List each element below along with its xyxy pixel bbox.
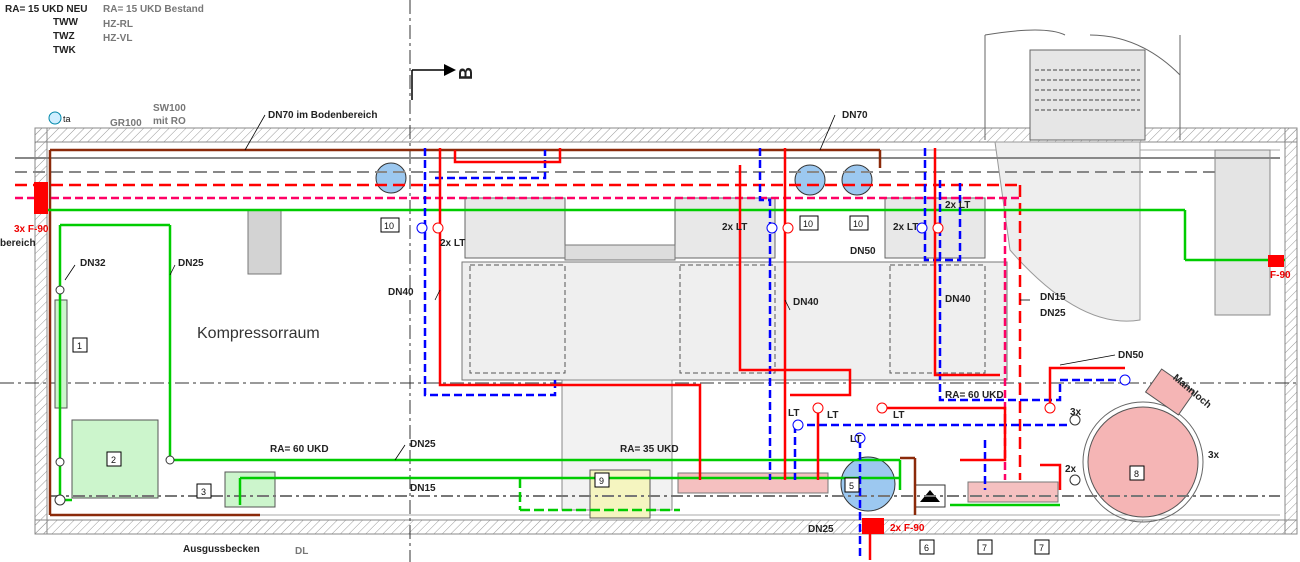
tag-5: 5 (849, 481, 854, 491)
label-sw100: SW100 (153, 103, 186, 114)
label-ra35: RA= 35 UKD (620, 444, 679, 455)
label-f90-bottom: 2x F-90 (890, 523, 925, 534)
label-2xlt-c: 2x LT (893, 222, 918, 233)
legend-new-item-2: TWZ (53, 31, 75, 42)
label-dn50-right: DN50 (1118, 350, 1144, 361)
tag-8: 8 (1134, 469, 1139, 479)
legend-existing-item-2: HZ-VL (103, 33, 132, 44)
label-dn40-a: DN40 (388, 287, 414, 298)
plan-labels: RA= 15 UKD NEU TWW TWZ TWK RA= 15 UKD Be… (0, 4, 1291, 557)
label-2x: 2x (1065, 464, 1077, 475)
tag-10-a: 10 (384, 221, 394, 231)
label-lt-a: LT (788, 408, 799, 419)
label-2xlt-b: 2x LT (722, 222, 747, 233)
label-3x-b: 3x (1208, 450, 1220, 461)
label-mannloch: Mannloch (1170, 372, 1213, 410)
label-dn15-right: DN15 (1040, 292, 1066, 303)
room-name: Kompressorraum (197, 325, 320, 342)
label-2xlt-d: 2x LT (945, 200, 970, 211)
label-dn40-c: DN40 (945, 294, 971, 305)
tag-10-b: 10 (803, 219, 813, 229)
label-2xlt-a: 2x LT (440, 238, 465, 249)
label-dn70-floor: DN70 im Bodenbereich (268, 110, 377, 121)
label-mit-ro: mit RO (153, 116, 186, 127)
tag-boxes (72, 215, 1145, 555)
label-ausgussbecken: Ausgussbecken (183, 544, 260, 555)
label-lt-c: LT (893, 410, 904, 421)
tag-3: 3 (201, 487, 206, 497)
tag-6: 6 (924, 543, 929, 553)
tag-10-c: 10 (853, 219, 863, 229)
label-lt-d: LT (850, 434, 861, 445)
section-marker: B (456, 67, 476, 80)
label-ta: ta (63, 114, 71, 124)
legend-new-title: RA= 15 UKD NEU (5, 4, 88, 15)
label-dn32: DN32 (80, 258, 106, 269)
label-dn15-bottom: DN15 (410, 483, 436, 494)
label-dn70: DN70 (842, 110, 868, 121)
label-bereich: bereich (0, 238, 36, 249)
label-ra60-right: RA= 60 UKD (945, 390, 1004, 401)
label-ra60-left: RA= 60 UKD (270, 444, 329, 455)
tag-7-a: 7 (982, 543, 987, 553)
label-lt-b: LT (827, 410, 838, 421)
label-f90-left: 3x F-90 (14, 224, 49, 235)
label-f90-right: F-90 (1270, 270, 1291, 281)
legend-new-item-1: TWW (53, 17, 79, 28)
label-dn25-bottom: DN25 (410, 439, 436, 450)
legend-existing-title: RA= 15 UKD Bestand (103, 4, 204, 15)
label-dn25-right: DN25 (1040, 308, 1066, 319)
label-dn40-b: DN40 (793, 297, 819, 308)
label-dl: DL (295, 546, 308, 557)
label-dn50-mid: DN50 (850, 246, 876, 257)
tag-9: 9 (599, 476, 604, 486)
label-3x-a: 3x (1070, 407, 1082, 418)
label-dn25-left: DN25 (178, 258, 204, 269)
label-gr100: GR100 (110, 118, 142, 129)
label-dn25-tank: DN25 (808, 524, 834, 535)
tag-7-b: 7 (1039, 543, 1044, 553)
tag-2: 2 (111, 455, 116, 465)
legend-existing-item-1: HZ-RL (103, 19, 133, 30)
tag-1: 1 (77, 341, 82, 351)
legend-new-item-3: TWK (53, 45, 77, 56)
